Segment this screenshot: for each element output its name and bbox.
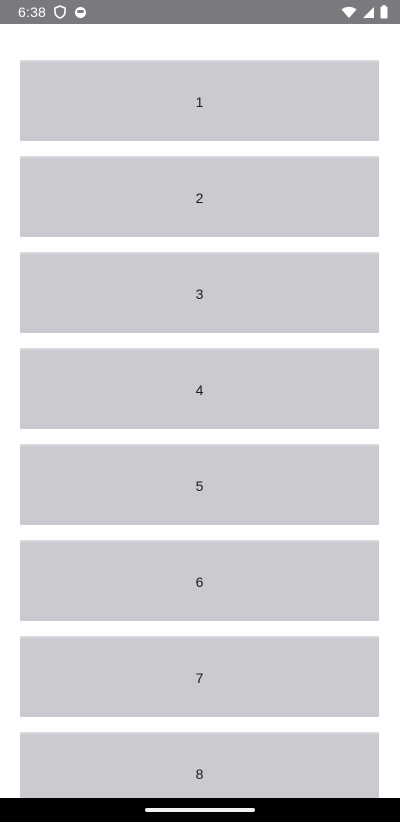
cellular-signal-icon — [362, 6, 375, 19]
list-item[interactable]: 5 — [20, 444, 379, 525]
shield-icon — [54, 5, 66, 19]
status-bar: 6:38 — [0, 0, 400, 24]
list-item[interactable]: 7 — [20, 636, 379, 717]
list-item-label: 7 — [195, 669, 204, 686]
list-item-label: 3 — [195, 285, 204, 302]
home-gesture-handle[interactable] — [145, 808, 255, 812]
list-item-label: 2 — [195, 189, 204, 206]
card-list[interactable]: 1 2 3 4 5 6 7 8 — [0, 24, 400, 798]
status-right — [341, 5, 388, 19]
list-item-label: 1 — [195, 93, 204, 110]
list-item[interactable]: 3 — [20, 252, 379, 333]
list-item-label: 8 — [195, 765, 204, 782]
list-item[interactable]: 8 — [20, 732, 379, 798]
list-item-label: 4 — [195, 381, 204, 398]
list-item[interactable]: 6 — [20, 540, 379, 621]
battery-icon — [380, 5, 388, 19]
list-item[interactable]: 1 — [20, 60, 379, 141]
status-time: 6:38 — [18, 4, 47, 20]
status-left: 6:38 — [18, 4, 87, 20]
navigation-bar — [0, 798, 400, 822]
list-item-label: 5 — [195, 477, 204, 494]
face-icon — [74, 6, 87, 19]
list-item[interactable]: 4 — [20, 348, 379, 429]
wifi-icon — [341, 6, 357, 19]
list-item-label: 6 — [195, 573, 204, 590]
list-item[interactable]: 2 — [20, 156, 379, 237]
